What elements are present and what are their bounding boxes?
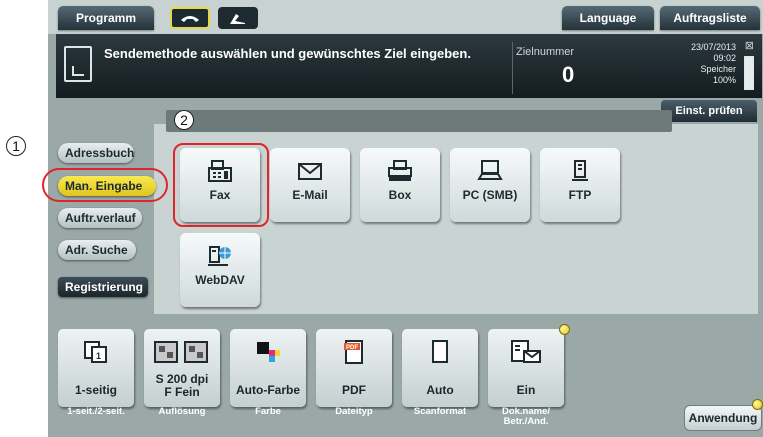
- destination-label: WebDAV: [195, 273, 245, 287]
- nav-address-book[interactable]: Adressbuch: [58, 143, 134, 163]
- memory-gauge: [744, 56, 754, 90]
- top-tab-bar: Programm Language Auftragsliste: [48, 0, 763, 34]
- setting-caption: Scanformat: [413, 406, 467, 417]
- date-text: 23/07/2013: [690, 42, 736, 52]
- destination-pc-smb-button[interactable]: PC (SMB): [450, 148, 530, 222]
- callout-number-2: 2: [174, 110, 194, 130]
- status-panel: 23/07/2013 09:02 Speicher 100%: [691, 42, 736, 86]
- check-settings-button[interactable]: Einst. prüfen: [661, 100, 757, 122]
- destination-ftp-button[interactable]: FTP: [540, 148, 620, 222]
- mail-icon: [298, 163, 322, 180]
- memory-value: 100%: [712, 75, 736, 85]
- instruction-message: Sendemethode auswählen und gewünschtes Z…: [104, 46, 471, 61]
- svg-text:1: 1: [96, 351, 101, 361]
- program-tab[interactable]: Programm: [58, 6, 154, 30]
- resolution-icon: [154, 341, 208, 363]
- job-list-tab[interactable]: Auftragsliste: [660, 6, 760, 30]
- destination-webdav-button[interactable]: WebDAV: [180, 233, 260, 307]
- memory-label: Speicher: [700, 64, 736, 74]
- message-header: Sendemethode auswählen und gewünschtes Z…: [56, 34, 762, 98]
- destination-input-field[interactable]: [166, 110, 672, 132]
- pdf-icon: PDF: [344, 340, 363, 364]
- box-icon: [388, 160, 412, 181]
- setting-value: Auto: [426, 383, 454, 397]
- svg-text:PDF: PDF: [346, 345, 358, 351]
- setting-color[interactable]: Auto-Farbe: [230, 329, 306, 407]
- application-button[interactable]: Anwendung: [684, 405, 762, 431]
- setting-caption: 1-seit./2-seit.: [67, 406, 125, 417]
- handset-lifted-icon: [230, 14, 245, 24]
- setting-document-name[interactable]: Ein: [488, 329, 564, 407]
- setting-caption: Dok.name/ Betr./And.: [501, 406, 551, 427]
- simplex-icon: 1: [84, 341, 107, 363]
- setting-value: S 200 dpi F Fein: [155, 372, 209, 399]
- docname-icon: [511, 340, 541, 363]
- destination-box-button[interactable]: Box: [360, 148, 440, 222]
- application-indicator: [752, 399, 763, 410]
- destination-email-button[interactable]: E-Mail: [270, 148, 350, 222]
- setting-simplex-duplex[interactable]: 1 1-seitig: [58, 329, 134, 407]
- destination-label: E-Mail: [292, 188, 328, 202]
- manual-entry-highlight-ring: [42, 168, 168, 202]
- setting-caption: Dateityp: [335, 406, 373, 417]
- setting-value: 1-seitig: [74, 383, 117, 397]
- target-number-value: 0: [562, 62, 575, 87]
- nav-registration[interactable]: Registrierung: [58, 277, 148, 297]
- destination-label: FTP: [568, 188, 592, 202]
- setting-file-type[interactable]: PDF PDF: [316, 329, 392, 407]
- setting-value: PDF: [342, 383, 366, 397]
- setting-value: Ein: [516, 383, 536, 397]
- handset-icon: [181, 16, 199, 22]
- setting-resolution[interactable]: S 200 dpi F Fein: [144, 329, 220, 407]
- time-text: 09:02: [713, 53, 736, 63]
- memory-gauge-fill: [745, 57, 753, 89]
- ftp-icon: [572, 160, 588, 181]
- target-number-label: Zielnummer: [516, 46, 575, 58]
- page-icon: [432, 340, 448, 363]
- setting-caption: Auflösung: [158, 406, 206, 417]
- language-tab[interactable]: Language: [562, 6, 654, 30]
- color-icon: [257, 342, 280, 362]
- destination-label: Box: [388, 188, 412, 202]
- nav-job-history[interactable]: Auftr.verlauf: [58, 208, 142, 228]
- printer-status-icon: ⊠: [744, 40, 754, 52]
- phone-off-hook-tab[interactable]: [218, 7, 258, 29]
- setting-caption: Farbe: [255, 406, 281, 417]
- phone-on-hook-tab[interactable]: [170, 7, 210, 29]
- fax-highlight-ring: [173, 143, 269, 227]
- setting-value: Auto-Farbe: [236, 383, 300, 397]
- webdav-icon: [208, 246, 231, 266]
- control-panel-screen: Programm Language Auftragsliste Sendemet…: [48, 0, 763, 437]
- scan-mode-icon: [64, 46, 92, 82]
- pc-icon: [477, 160, 503, 180]
- callout-number-1: 1: [6, 136, 26, 156]
- destination-label: PC (SMB): [462, 188, 518, 202]
- nav-address-search[interactable]: Adr. Suche: [58, 240, 136, 260]
- setting-changed-indicator: [559, 324, 570, 335]
- setting-scan-size[interactable]: Auto: [402, 329, 478, 407]
